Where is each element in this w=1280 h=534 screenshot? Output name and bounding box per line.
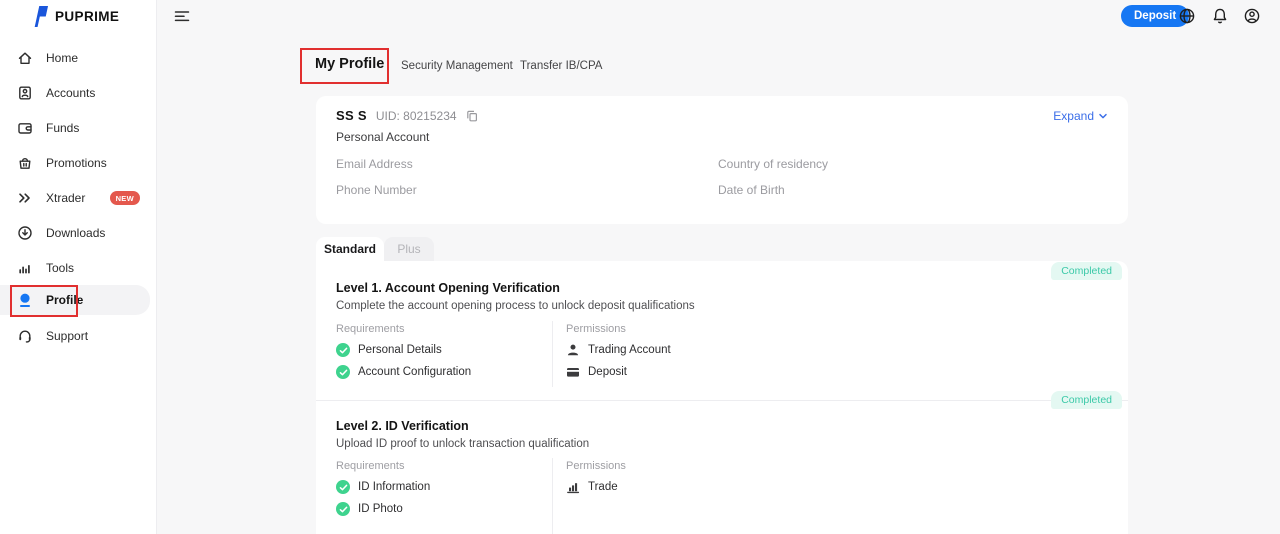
profile-name: SS S: [336, 108, 367, 123]
verification-card: Completed Level 1. Account Opening Verif…: [316, 261, 1128, 534]
permission-label: Deposit: [588, 366, 627, 378]
puprime-logo-icon: [28, 5, 49, 28]
app-root: PUPRIME Home Accounts: [0, 0, 1280, 534]
profile-card: SS S UID: 80215234 Expand Personal Accou…: [316, 96, 1128, 224]
copy-icon[interactable]: [466, 110, 478, 122]
field-date-of-birth: Date of Birth: [718, 183, 785, 197]
column-divider: [552, 321, 553, 387]
permission-label: Trade: [588, 481, 618, 493]
brand-name: PUPRIME: [55, 9, 119, 24]
sidebar-item-home[interactable]: Home: [0, 42, 156, 74]
tab-standard[interactable]: Standard: [316, 237, 384, 261]
home-icon: [17, 50, 33, 66]
permission-item: Trading Account: [566, 343, 671, 357]
sidebar-item-accounts[interactable]: Accounts: [0, 77, 156, 109]
chart-icon: [566, 480, 580, 494]
field-country-of-residency: Country of residency: [718, 157, 828, 171]
sidebar-item-tools[interactable]: Tools: [0, 252, 156, 284]
requirement-label: ID Photo: [358, 503, 403, 515]
sidebar-item-label: Home: [46, 51, 78, 65]
account-icon[interactable]: [1243, 7, 1261, 25]
bell-icon[interactable]: [1211, 7, 1229, 25]
sidebar-item-label: Downloads: [46, 226, 105, 240]
level2-title: Level 2. ID Verification: [336, 419, 469, 433]
sidebar-item-funds[interactable]: Funds: [0, 112, 156, 144]
brand-logo[interactable]: PUPRIME: [28, 5, 119, 28]
download-circle-icon: [17, 225, 33, 241]
permissions-label: Permissions: [566, 323, 626, 335]
double-chevron-icon: [17, 190, 33, 206]
check-circle-icon: [336, 343, 350, 357]
card-icon: [566, 365, 580, 379]
permission-item: Trade: [566, 480, 618, 494]
sidebar-item-downloads[interactable]: Downloads: [0, 217, 156, 249]
check-circle-icon: [336, 480, 350, 494]
wallet-icon: [17, 120, 33, 136]
chevron-down-icon: [1098, 111, 1108, 121]
status-badge: Completed: [1051, 262, 1122, 280]
new-badge: NEW: [110, 191, 140, 205]
profile-uid: UID: 80215234: [376, 109, 457, 123]
sidebar-item-label: Promotions: [46, 156, 107, 170]
tab-my-profile[interactable]: My Profile: [315, 56, 384, 72]
requirement-item: Account Configuration: [336, 365, 471, 379]
basket-icon: [17, 155, 33, 171]
field-phone-number: Phone Number: [336, 183, 417, 197]
permissions-label: Permissions: [566, 460, 626, 472]
sidebar-item-label: Xtrader: [46, 191, 85, 205]
profile-icon: [17, 292, 33, 308]
requirement-label: Account Configuration: [358, 366, 471, 378]
menu-icon[interactable]: [173, 7, 191, 25]
tab-security-management[interactable]: Security Management: [401, 60, 513, 72]
sidebar-item-label: Funds: [46, 121, 79, 135]
permission-label: Trading Account: [588, 344, 671, 356]
column-divider: [552, 458, 553, 534]
bars-icon: [17, 260, 33, 276]
headset-icon: [17, 328, 33, 344]
sidebar-item-xtrader[interactable]: Xtrader NEW: [0, 182, 156, 214]
sidebar-item-support[interactable]: Support: [0, 320, 156, 352]
requirement-item: ID Information: [336, 480, 430, 494]
check-circle-icon: [336, 502, 350, 516]
account-type: Personal Account: [336, 130, 429, 144]
requirement-item: ID Photo: [336, 502, 403, 516]
status-badge: Completed: [1051, 391, 1122, 409]
tab-transfer-ib-cpa[interactable]: Transfer IB/CPA: [520, 60, 602, 72]
requirement-label: Personal Details: [358, 344, 442, 356]
person-icon: [566, 343, 580, 357]
level1-subtitle: Complete the account opening process to …: [336, 300, 695, 312]
level-divider: [316, 400, 1128, 401]
expand-button[interactable]: Expand: [1053, 109, 1108, 123]
tab-plus[interactable]: Plus: [384, 237, 434, 261]
requirements-label: Requirements: [336, 460, 404, 472]
level1-title: Level 1. Account Opening Verification: [336, 281, 560, 295]
sidebar-item-promotions[interactable]: Promotions: [0, 147, 156, 179]
field-email-address: Email Address: [336, 157, 413, 171]
globe-icon[interactable]: [1178, 7, 1196, 25]
sidebar: PUPRIME Home Accounts: [0, 0, 157, 534]
level2-subtitle: Upload ID proof to unlock transaction qu…: [336, 438, 589, 450]
permission-item: Deposit: [566, 365, 627, 379]
sidebar-item-label: Profile: [46, 293, 83, 307]
sidebar-item-profile[interactable]: Profile: [0, 285, 150, 315]
sidebar-item-label: Support: [46, 329, 88, 343]
sidebar-item-label: Tools: [46, 261, 74, 275]
requirement-label: ID Information: [358, 481, 430, 493]
id-card-icon: [17, 85, 33, 101]
expand-label: Expand: [1053, 109, 1094, 123]
sidebar-item-label: Accounts: [46, 86, 95, 100]
requirements-label: Requirements: [336, 323, 404, 335]
check-circle-icon: [336, 365, 350, 379]
profile-name-row: SS S UID: 80215234: [336, 108, 478, 123]
requirement-item: Personal Details: [336, 343, 442, 357]
